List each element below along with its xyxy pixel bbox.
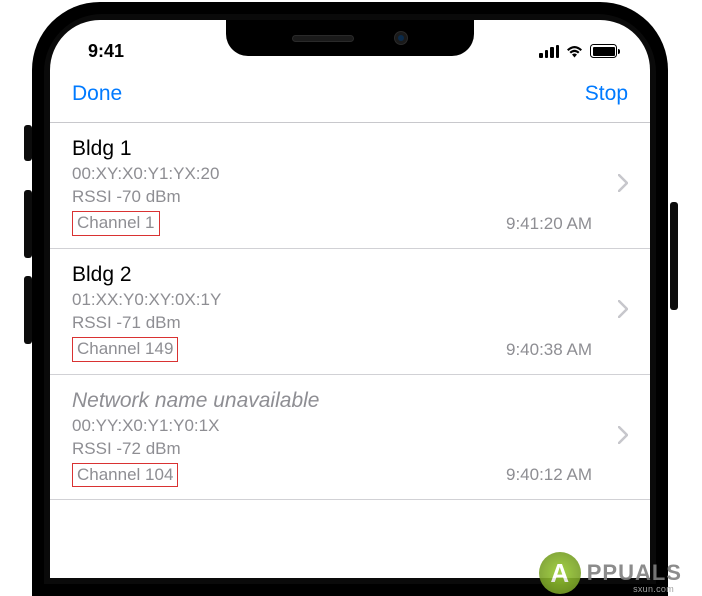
chevron-right-icon <box>618 297 628 325</box>
network-mac: 01:XX:Y0:XY:0X:1Y <box>72 289 628 312</box>
network-channel: Channel 149 <box>72 337 178 362</box>
phone-notch <box>226 20 474 56</box>
watermark-text: PPUALS <box>587 560 682 586</box>
network-timestamp: 9:40:12 AM <box>506 465 592 485</box>
network-row[interactable]: Bldg 1 00:XY:X0:Y1:YX:20 RSSI -70 dBm Ch… <box>50 123 650 249</box>
network-row[interactable]: Network name unavailable 00:YY:X0:Y1:Y0:… <box>50 375 650 501</box>
cellular-signal-icon <box>539 45 559 58</box>
chevron-right-icon <box>618 171 628 199</box>
status-icons <box>539 44 620 58</box>
battery-icon <box>590 44 620 58</box>
network-timestamp: 9:40:38 AM <box>506 340 592 360</box>
nav-bar: Done Stop <box>50 68 650 123</box>
watermark-logo-icon: A <box>539 552 581 594</box>
network-name: Bldg 2 <box>72 263 628 287</box>
speaker-grille <box>292 35 354 42</box>
phone-mute-switch <box>24 125 32 161</box>
stop-button[interactable]: Stop <box>585 82 628 106</box>
network-timestamp: 9:41:20 AM <box>506 214 592 234</box>
network-channel: Channel 1 <box>72 211 160 236</box>
phone-power-button <box>670 202 678 310</box>
network-mac: 00:YY:X0:Y1:Y0:1X <box>72 415 628 438</box>
watermark: A PPUALS <box>539 552 682 594</box>
network-channel: Channel 104 <box>72 463 178 488</box>
phone-screen: 9:41 Done Stop <box>50 20 650 578</box>
done-button[interactable]: Done <box>72 82 122 106</box>
network-rssi: RSSI -71 dBm <box>72 312 628 335</box>
front-camera <box>394 31 408 45</box>
network-list: Bldg 1 00:XY:X0:Y1:YX:20 RSSI -70 dBm Ch… <box>50 123 650 500</box>
chevron-right-icon <box>618 423 628 451</box>
phone-frame: 9:41 Done Stop <box>32 2 668 596</box>
network-name: Bldg 1 <box>72 137 628 161</box>
network-mac: 00:XY:X0:Y1:YX:20 <box>72 163 628 186</box>
network-name-unavailable: Network name unavailable <box>72 389 628 413</box>
phone-volume-down <box>24 276 32 344</box>
network-row[interactable]: Bldg 2 01:XX:Y0:XY:0X:1Y RSSI -71 dBm Ch… <box>50 249 650 375</box>
phone-volume-up <box>24 190 32 258</box>
status-time: 9:41 <box>88 41 124 62</box>
wifi-icon <box>565 44 584 58</box>
network-rssi: RSSI -70 dBm <box>72 186 628 209</box>
network-rssi: RSSI -72 dBm <box>72 438 628 461</box>
